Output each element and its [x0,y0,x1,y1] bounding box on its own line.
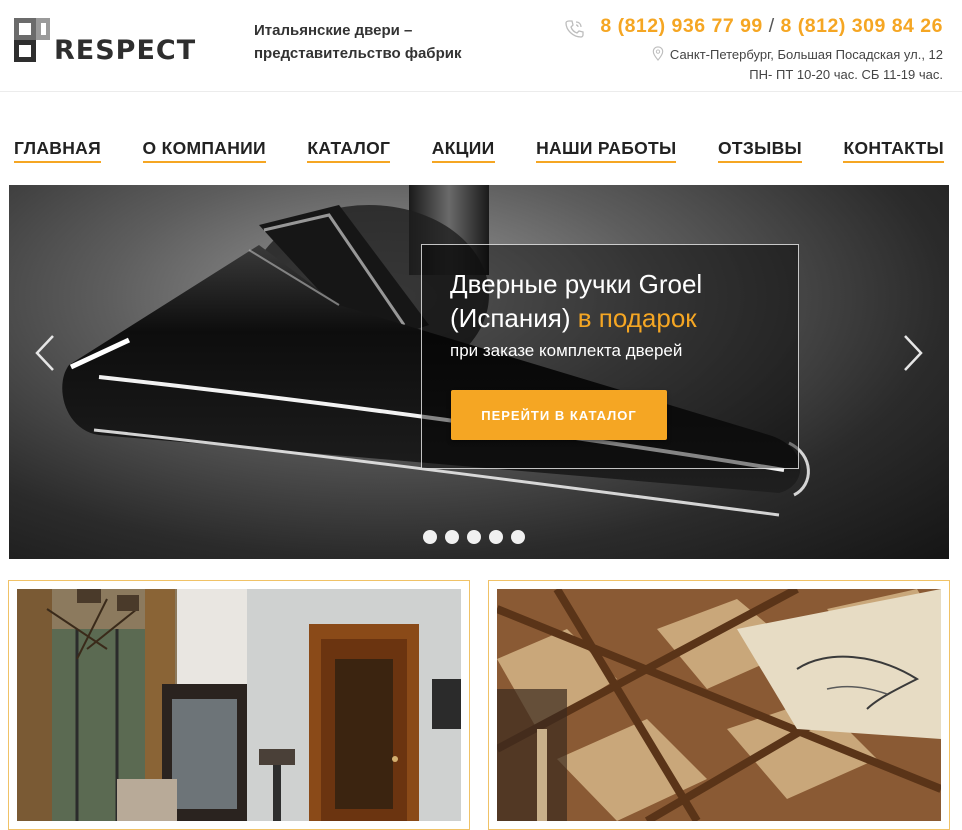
nav-item-promotions[interactable]: АКЦИИ [431,137,495,163]
site-tagline: Итальянские двери – представительство фа… [254,22,462,62]
promo-title-line1: Дверные ручки Groel [450,269,703,299]
nav-item-reviews[interactable]: ОТЗЫВЫ [717,137,802,163]
phone-link-1[interactable]: 8 (812) 936 77 99 [600,15,762,37]
promo-title-line2-plain: (Испания) [450,303,578,333]
location-pin-icon [652,46,664,61]
nav-item-home[interactable]: ГЛАВНАЯ [14,137,101,163]
site-header: RESPECT Итальянские двери – представител… [0,0,962,92]
chevron-right-icon[interactable] [901,333,925,373]
slider-dot[interactable] [423,530,437,544]
category-card-floors[interactable] [488,580,950,830]
slider-dot[interactable] [445,530,459,544]
nav-item-our-works[interactable]: НАШИ РАБОТЫ [536,137,677,163]
phone-link-2[interactable]: 8 (812) 309 84 26 [781,15,943,37]
address: Санкт-Петербург, Большая Посадская ул., … [600,46,943,62]
slider-dot[interactable] [511,530,525,544]
category-card-doors[interactable] [8,580,470,830]
nav-item-catalog[interactable]: КАТАЛОГ [307,137,391,163]
address-text: Санкт-Петербург, Большая Посадская ул., … [669,47,943,62]
header-contacts: 8 (812) 936 77 99 / 8 (812) 309 84 26 Са… [565,15,943,82]
promo-title-accent: в подарок [577,303,697,333]
hero-slider: Дверные ручки Groel (Испания) в подарок … [9,185,949,559]
go-to-catalog-button[interactable]: ПЕРЕЙТИ В КАТАЛОГ [451,390,667,440]
slider-dots [423,530,525,544]
logo-text: RESPECT [54,35,197,66]
phone-numbers: 8 (812) 936 77 99 / 8 (812) 309 84 26 [565,15,943,38]
main-nav: ГЛАВНАЯ О КОМПАНИИ КАТАЛОГ АКЦИИ НАШИ РА… [14,137,944,163]
chevron-left-icon[interactable] [33,333,57,373]
promo-box: Дверные ручки Groel (Испания) в подарок … [421,244,799,469]
logo-mark-icon [14,18,50,62]
phone-separator: / [768,15,775,37]
parquet-floor-image [497,589,941,821]
promo-subtitle: при заказе комплекта дверей [450,341,683,360]
slider-dot[interactable] [489,530,503,544]
working-hours: ПН- ПТ 10-20 час. СБ 11-19 час. [749,67,943,82]
phone-icon [565,20,584,38]
interior-doors-image [17,589,461,821]
logo[interactable]: RESPECT [14,18,197,66]
slider-dot[interactable] [467,530,481,544]
nav-item-contacts[interactable]: КОНТАКТЫ [843,137,944,163]
promo-title-line2: (Испания) в подарок [450,301,770,335]
nav-item-about[interactable]: О КОМПАНИИ [142,137,266,163]
